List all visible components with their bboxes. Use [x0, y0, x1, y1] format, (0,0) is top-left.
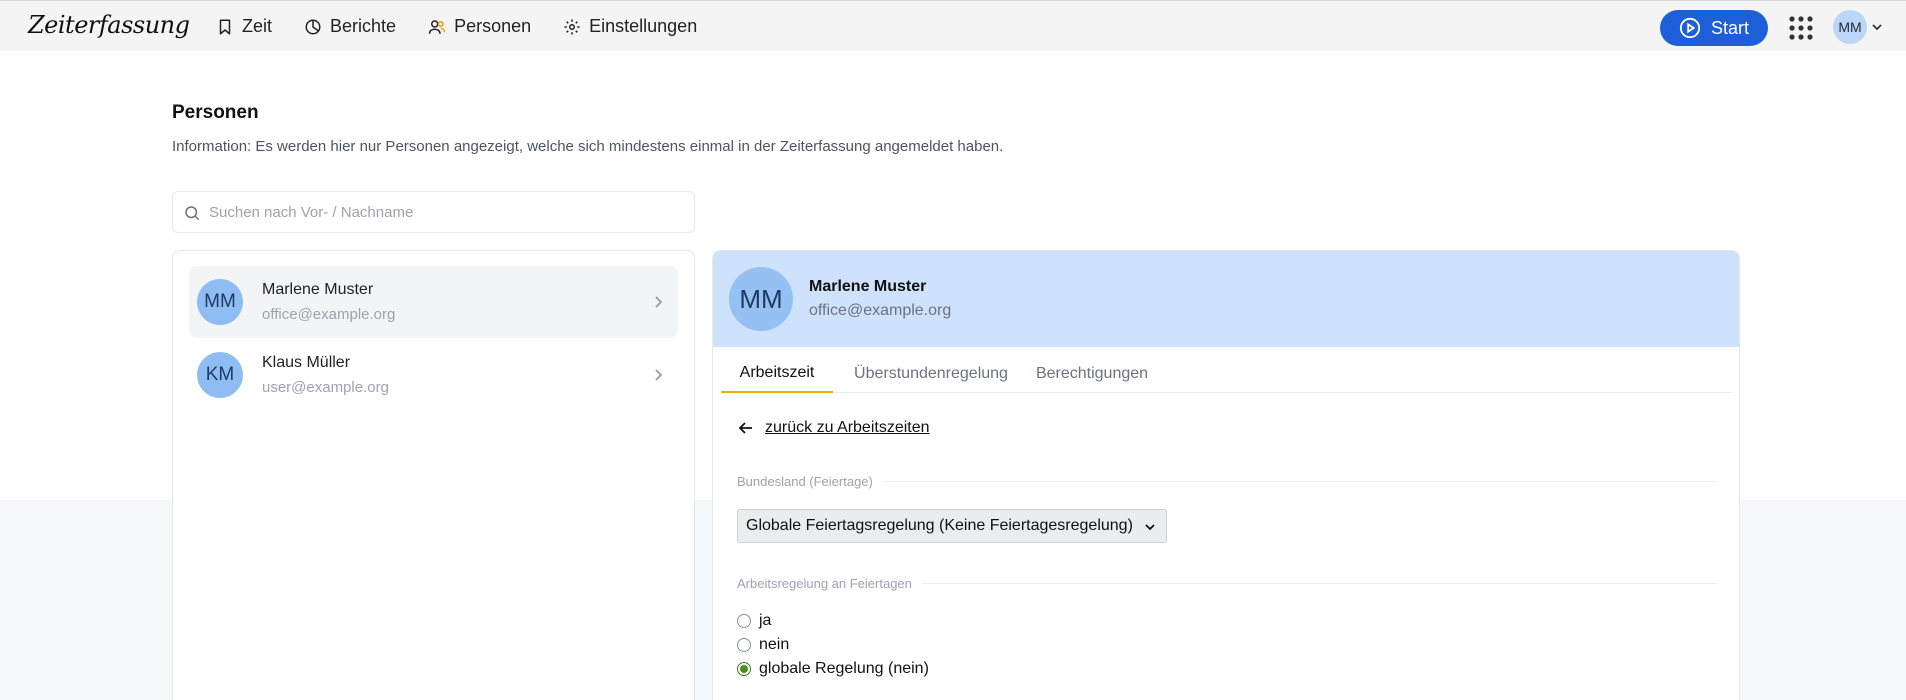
chevron-right-icon	[655, 369, 663, 381]
tab-ueberstundenregelung[interactable]: Überstundenregelung	[845, 355, 1017, 393]
radio-option-nein[interactable]: nein	[737, 636, 789, 654]
person-detail-panel: MM Marlene Muster office@example.org Arb…	[712, 250, 1740, 700]
chevron-down-icon[interactable]	[1871, 21, 1883, 33]
person-name: Marlene Muster	[262, 281, 374, 298]
chevron-down-icon	[1145, 524, 1155, 531]
radio-label: globale Regelung (nein)	[759, 660, 929, 677]
nav-item-label: Personen	[454, 16, 532, 36]
person-email: office@example.org	[262, 306, 396, 323]
detail-person-name: Marlene Muster	[809, 278, 927, 295]
nav-item-label: Berichte	[330, 16, 397, 36]
work-rule-section-label: Arbeitsregelung an Feiertagen	[737, 576, 1717, 591]
search-box	[172, 191, 695, 233]
holiday-select[interactable]: Globale Feiertagsregelung (Keine Feierta…	[737, 509, 1167, 543]
avatar: KM	[197, 352, 243, 398]
radio-button[interactable]	[737, 638, 751, 652]
apps-grid-icon[interactable]	[1788, 15, 1814, 41]
search-icon	[185, 206, 200, 221]
detail-person-email: office@example.org	[809, 302, 952, 319]
person-name: Klaus Müller	[262, 354, 351, 371]
person-row-klaus-mueller[interactable]: KM Klaus Müller user@example.org	[189, 339, 678, 411]
divider	[882, 481, 1717, 482]
nav-item-label: Zeit	[242, 16, 273, 36]
nav-item-label: Einstellungen	[589, 16, 698, 36]
person-detail-header: MM Marlene Muster office@example.org	[713, 251, 1739, 347]
person-email: user@example.org	[262, 379, 389, 396]
chevron-right-icon	[655, 296, 663, 308]
radio-label: nein	[759, 636, 790, 653]
avatar: MM	[729, 267, 793, 331]
top-bar: Zeiterfassung Zeit Berichte Personen Ein…	[0, 0, 1906, 51]
play-circle-icon	[1679, 17, 1701, 39]
page-title: Personen	[172, 102, 259, 123]
detail-tabs: Arbeitszeit Überstundenregelung Berechti…	[721, 355, 1731, 393]
avatar: MM	[197, 279, 243, 325]
nav-item-berichte[interactable]: Berichte	[304, 16, 396, 37]
main-nav: Zeit Berichte Personen Einstellungen	[216, 1, 729, 52]
tab-arbeitszeit[interactable]: Arbeitszeit	[721, 355, 833, 393]
divider	[921, 583, 1717, 584]
back-to-worktimes-link[interactable]: zurück zu Arbeitszeiten	[737, 419, 930, 437]
holiday-section-label: Bundesland (Feiertage)	[737, 474, 1717, 489]
person-row-marlene-muster[interactable]: MM Marlene Muster office@example.org	[189, 266, 678, 338]
radio-option-ja[interactable]: ja	[737, 612, 771, 630]
holiday-section-text: Bundesland (Feiertage)	[737, 474, 873, 489]
arrow-left-icon	[738, 422, 752, 434]
start-button[interactable]: Start	[1660, 10, 1768, 46]
back-link-label: zurück zu Arbeitszeiten	[765, 419, 930, 436]
app-logo[interactable]: Zeiterfassung	[28, 11, 190, 39]
nav-item-einstellungen[interactable]: Einstellungen	[563, 16, 697, 37]
radio-button[interactable]	[737, 614, 751, 628]
page-info-text: Information: Es werden hier nur Personen…	[172, 138, 1004, 155]
start-label: Start	[1710, 17, 1749, 38]
work-rule-section-text: Arbeitsregelung an Feiertagen	[737, 576, 912, 591]
nav-item-zeit[interactable]: Zeit	[216, 16, 272, 37]
holiday-select-value: Globale Feiertagsregelung (Keine Feierta…	[746, 517, 1133, 534]
radio-option-global[interactable]: globale Regelung (nein)	[737, 660, 929, 678]
search-input[interactable]	[209, 192, 689, 232]
radio-button-selected[interactable]	[737, 662, 751, 676]
pie-chart-icon	[305, 19, 321, 34]
user-avatar[interactable]: MM	[1833, 10, 1867, 44]
bookmark-icon	[219, 19, 231, 34]
users-icon	[428, 19, 446, 34]
nav-item-personen[interactable]: Personen	[428, 16, 531, 37]
gear-icon	[564, 19, 580, 34]
radio-label: ja	[759, 612, 772, 629]
tab-berechtigungen[interactable]: Berechtigungen	[1027, 355, 1157, 393]
person-list: MM Marlene Muster office@example.org KM …	[172, 250, 695, 700]
